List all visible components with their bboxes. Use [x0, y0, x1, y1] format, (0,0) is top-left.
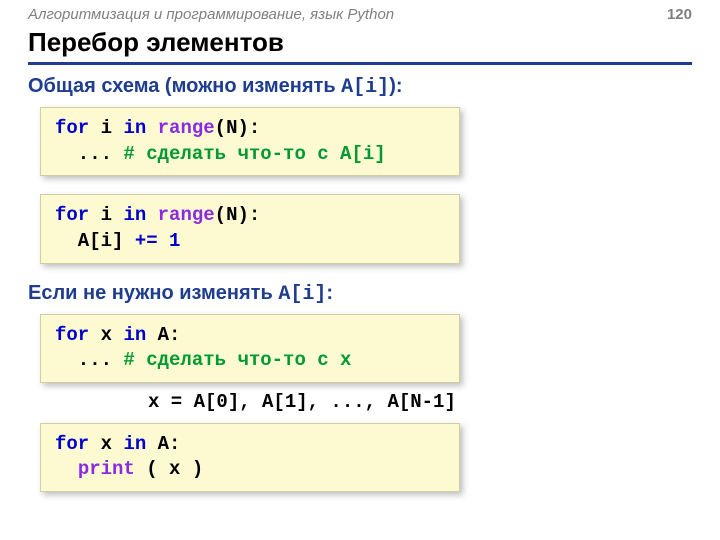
arr-a: A:: [146, 433, 180, 455]
var-i: i: [89, 204, 123, 226]
indent: [55, 458, 78, 480]
annotation-x-values: x = A[0], A[1], ..., A[N-1]: [148, 391, 692, 413]
kw-for: for: [55, 324, 89, 346]
var-i: i: [89, 117, 123, 139]
subtitle-1: Общая схема (можно изменять A[i]):: [28, 75, 692, 99]
sp: [146, 117, 157, 139]
kw-in: in: [123, 117, 146, 139]
kw-in: in: [123, 433, 146, 455]
subtitle-1-code: A[i]: [341, 76, 389, 99]
fn-print: print: [78, 458, 135, 480]
fn-range: range: [158, 204, 215, 226]
ellipsis: ...: [55, 143, 123, 165]
ellipsis: ...: [55, 349, 123, 371]
op-plus-eq: +=: [135, 230, 158, 252]
var-x: x: [89, 324, 123, 346]
subtitle-1-c: ):: [389, 75, 402, 97]
paren-x: ( x ): [135, 458, 203, 480]
arr-a: A:: [146, 324, 180, 346]
sp: [146, 204, 157, 226]
code-box-4: for x in A: print ( x ): [40, 423, 460, 492]
slide-title: Перебор элементов: [28, 27, 692, 65]
code-box-1: for i in range(N): ... # сделать что-то …: [40, 107, 460, 176]
kw-for: for: [55, 204, 89, 226]
code-box-3: for x in A: ... # сделать что-то c x: [40, 314, 460, 383]
subtitle-1-a: Общая схема (можно изменять: [28, 75, 341, 97]
kw-for: for: [55, 433, 89, 455]
subtitle-2: Если не нужно изменять A[i]:: [28, 282, 692, 306]
header-bar: Алгоритмизация и программирование, язык …: [28, 0, 692, 27]
fn-range: range: [158, 117, 215, 139]
kw-in: in: [123, 204, 146, 226]
subtitle-2-code: A[i]: [278, 283, 326, 306]
num-1: 1: [158, 230, 181, 252]
course-title: Алгоритмизация и программирование, язык …: [28, 6, 394, 23]
kw-for: for: [55, 117, 89, 139]
comment-2: # сделать что-то c x: [123, 349, 351, 371]
var-x: x: [89, 433, 123, 455]
paren-n: (N):: [215, 204, 261, 226]
kw-in: in: [123, 324, 146, 346]
page-number: 120: [667, 6, 692, 23]
subtitle-2-a: Если не нужно изменять: [28, 282, 278, 304]
subtitle-2-c: :: [326, 282, 333, 304]
paren-n: (N):: [215, 117, 261, 139]
code-box-2: for i in range(N): A[i] += 1: [40, 194, 460, 263]
arr-i: A[i]: [55, 230, 135, 252]
comment-1: # сделать что-то c A[i]: [123, 143, 385, 165]
slide: Алгоритмизация и программирование, язык …: [0, 0, 720, 540]
